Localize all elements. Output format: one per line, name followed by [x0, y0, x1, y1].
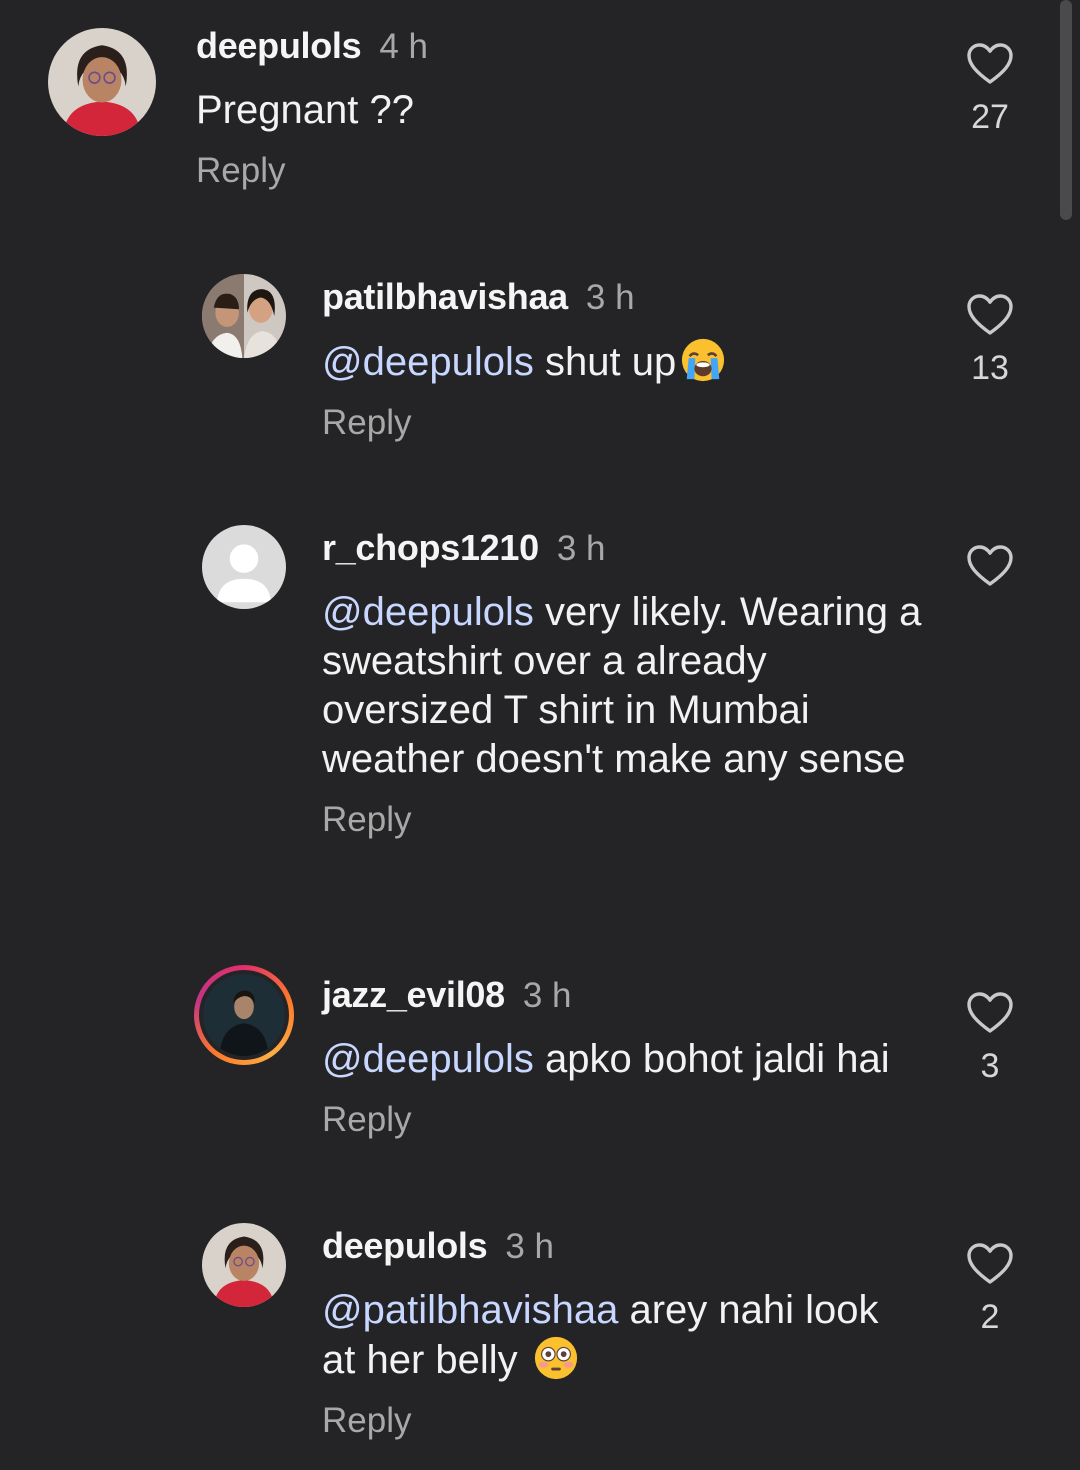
reply-button[interactable]: Reply: [322, 1102, 942, 1137]
timestamp: 3 h: [556, 529, 606, 568]
mention-link[interactable]: @deepulols: [322, 590, 534, 634]
avatar[interactable]: [202, 525, 286, 609]
timestamp: 3 h: [585, 278, 635, 317]
heart-icon[interactable]: [966, 42, 1014, 86]
story-ring-avatar[interactable]: [194, 965, 294, 1065]
timestamp: 3 h: [505, 1227, 554, 1266]
comment-text: @deepulols very likely. Wearing a sweats…: [322, 590, 922, 781]
mention-link[interactable]: @patilbhavishaa: [322, 1288, 618, 1332]
user-photo: [203, 974, 285, 1056]
comment-text: Pregnant ??: [196, 88, 414, 132]
username[interactable]: deepulols: [322, 1225, 488, 1266]
reply-button[interactable]: Reply: [322, 802, 922, 837]
user-photo: [48, 28, 156, 136]
comment-text: @patilbhavishaa arey nahi look at her be…: [322, 1288, 879, 1382]
timestamp: 3 h: [522, 976, 572, 1015]
reply-button[interactable]: Reply: [196, 153, 936, 188]
avatar[interactable]: [202, 1223, 286, 1307]
scrollbar[interactable]: [1060, 0, 1072, 220]
username[interactable]: deepulols: [196, 25, 362, 66]
mention-link[interactable]: @deepulols: [322, 340, 534, 384]
user-photo: [202, 274, 286, 358]
comment-text: @deepulols shut up: [322, 337, 942, 387]
flushed-face-emoji: [534, 1336, 577, 1380]
heart-icon[interactable]: [966, 1242, 1014, 1286]
heart-icon[interactable]: [966, 544, 1014, 588]
username[interactable]: r_chops1210: [322, 527, 539, 568]
heart-icon[interactable]: [966, 991, 1014, 1035]
heart-icon[interactable]: [966, 293, 1014, 337]
avatar[interactable]: [48, 28, 156, 136]
like-count[interactable]: 2: [960, 1300, 1020, 1334]
like-count[interactable]: 13: [960, 351, 1020, 385]
avatar[interactable]: [202, 274, 286, 358]
loudly-crying-face-emoji: [682, 338, 725, 382]
reply-button[interactable]: Reply: [322, 405, 942, 440]
username[interactable]: jazz_evil08: [322, 974, 505, 1015]
comment-text: @deepulols apko bohot jaldi hai: [322, 1037, 890, 1081]
like-count[interactable]: 27: [960, 100, 1020, 134]
default-avatar-icon: [202, 525, 286, 609]
reply-button[interactable]: Reply: [322, 1403, 922, 1438]
username[interactable]: patilbhavishaa: [322, 276, 568, 317]
user-photo: [202, 1223, 286, 1307]
timestamp: 4 h: [379, 27, 428, 66]
mention-link[interactable]: @deepulols: [322, 1037, 534, 1081]
like-count[interactable]: 3: [960, 1049, 1020, 1083]
